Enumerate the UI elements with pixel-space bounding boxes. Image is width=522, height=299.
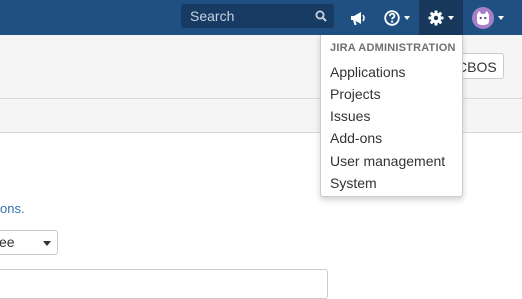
help-link[interactable]: ons. <box>0 201 25 216</box>
menu-item-issues[interactable]: Issues <box>330 108 370 124</box>
text-area[interactable] <box>0 269 328 299</box>
select-value: ee <box>0 234 15 250</box>
search-box <box>181 4 334 28</box>
notifications-button[interactable] <box>349 0 367 35</box>
jira-administration-menu: JIRA ADMINISTRATION Applications Project… <box>320 35 463 197</box>
help-icon <box>384 9 400 26</box>
assignee-select[interactable]: ee <box>0 230 58 255</box>
chevron-down-icon <box>404 15 410 20</box>
avatar <box>472 6 494 29</box>
help-menu-button[interactable] <box>384 0 410 35</box>
top-navigation-bar <box>0 0 522 35</box>
gear-icon <box>428 10 444 25</box>
menu-item-projects[interactable]: Projects <box>330 86 381 102</box>
menu-item-system[interactable]: System <box>330 175 377 191</box>
user-profile-button[interactable] <box>472 0 504 35</box>
menu-item-applications[interactable]: Applications <box>330 64 406 80</box>
admin-menu-button[interactable] <box>419 0 463 35</box>
chevron-down-icon <box>498 15 504 20</box>
menu-item-add-ons[interactable]: Add-ons <box>330 130 382 146</box>
chevron-down-icon <box>448 15 454 20</box>
menu-item-user-management[interactable]: User management <box>330 153 445 169</box>
search-icon[interactable] <box>315 10 327 22</box>
megaphone-icon <box>351 11 365 25</box>
menu-heading: JIRA ADMINISTRATION <box>330 42 456 54</box>
search-input[interactable] <box>181 4 311 28</box>
chevron-down-icon <box>43 241 51 246</box>
